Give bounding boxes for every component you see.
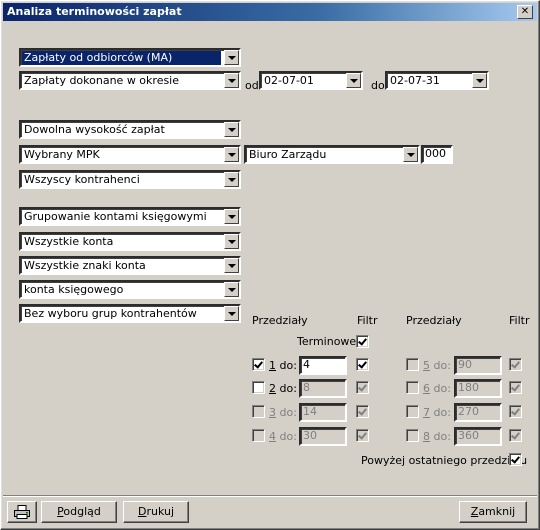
close-button[interactable]: Zamknij: [459, 501, 527, 523]
mpk-code-field[interactable]: 000: [421, 145, 453, 164]
contractors-value: Wszyscy kontrahenci: [24, 173, 140, 186]
interval-7-checkbox[interactable]: [406, 405, 419, 418]
interval-3-checkbox[interactable]: [252, 405, 265, 418]
above-last-label: Powyżej ostatniego przedziału: [361, 454, 528, 467]
interval-6-label: 6 do:: [423, 382, 451, 395]
dropdown-arrow-icon: [224, 234, 239, 249]
terminowe-filter-checkbox[interactable]: [356, 335, 369, 348]
print-setup-button[interactable]: [7, 501, 37, 523]
mpk-mode-value: Wybrany MPK: [24, 148, 100, 161]
interval-7-filter-checkbox[interactable]: [509, 405, 522, 418]
filter-header-left: Filtr: [357, 314, 378, 327]
account-type-select[interactable]: konta księgowego: [19, 280, 241, 299]
period-mode-select[interactable]: Zapłaty dokonane w okresie: [19, 71, 241, 90]
dropdown-arrow-icon: [224, 258, 239, 273]
interval-1-filter-checkbox[interactable]: [356, 358, 369, 371]
account-type-value: konta księgowego: [24, 283, 124, 296]
interval-7-label: 7 do:: [423, 406, 451, 419]
interval-8-field[interactable]: 360: [454, 427, 502, 446]
mpk-mode-select[interactable]: Wybrany MPK: [19, 145, 241, 164]
interval-5-checkbox[interactable]: [406, 358, 419, 371]
window-title: Analiza terminowości zapłat: [7, 5, 182, 18]
payment-type-select[interactable]: Zapłaty od odbiorców (MA): [19, 48, 241, 67]
title-bar: Analiza terminowości zapłat ✕: [3, 3, 537, 21]
date-from-label: od: [245, 79, 259, 92]
interval-2-filter-checkbox[interactable]: [356, 381, 369, 394]
interval-7-field[interactable]: 270: [454, 403, 502, 422]
interval-3-field[interactable]: 14: [299, 403, 347, 422]
interval-5-label: 5 do:: [423, 359, 451, 372]
period-mode-value: Zapłaty dokonane w okresie: [24, 74, 180, 87]
interval-3-label: 3 do:: [269, 406, 297, 419]
print-button[interactable]: Drukuj: [123, 501, 189, 523]
dropdown-arrow-icon: [224, 306, 239, 321]
interval-2-label: 2 do:: [269, 382, 297, 395]
account-signs-select[interactable]: Wszystkie znaki konta: [19, 256, 241, 275]
interval-2-field[interactable]: 8: [299, 379, 347, 398]
interval-1-label: 1 do:: [269, 359, 297, 372]
printer-icon: [14, 505, 30, 519]
intervals-header-left: Przedziały: [252, 314, 308, 327]
dropdown-arrow-icon: [224, 122, 239, 137]
amount-select[interactable]: Dowolna wysokość zapłat: [19, 120, 241, 139]
interval-8-checkbox[interactable]: [406, 429, 419, 442]
interval-2-checkbox[interactable]: [252, 381, 265, 394]
interval-4-filter-checkbox[interactable]: [356, 429, 369, 442]
date-to-label: do: [371, 79, 385, 92]
interval-3-filter-checkbox[interactable]: [356, 405, 369, 418]
dropdown-arrow-icon: [224, 147, 239, 162]
date-from-value: 02-07-01: [264, 74, 314, 87]
dropdown-arrow-icon: [472, 73, 487, 88]
dropdown-arrow-icon: [224, 73, 239, 88]
interval-6-filter-checkbox[interactable]: [509, 381, 522, 394]
contractor-groups-select[interactable]: Bez wyboru grup kontrahentów: [19, 304, 241, 323]
interval-5-field[interactable]: 90: [454, 356, 502, 375]
mpk-name-select[interactable]: Biuro Zarządu: [244, 145, 420, 164]
date-to-value: 02-07-31: [390, 74, 440, 87]
date-to-picker[interactable]: 02-07-31: [385, 71, 489, 90]
interval-6-checkbox[interactable]: [406, 381, 419, 394]
dropdown-arrow-icon: [224, 282, 239, 297]
dialog-window: Analiza terminowości zapłat ✕ Zapłaty od…: [0, 0, 540, 530]
accounts-value: Wszystkie konta: [24, 235, 114, 248]
dropdown-arrow-icon: [403, 147, 418, 162]
interval-1-checkbox[interactable]: [252, 358, 265, 371]
bottom-separator: [3, 495, 537, 497]
preview-button[interactable]: Podgląd: [41, 501, 117, 523]
above-last-checkbox[interactable]: [509, 453, 522, 466]
interval-6-field[interactable]: 180: [454, 379, 502, 398]
terminowe-label: Terminowe: [297, 335, 357, 348]
date-from-picker[interactable]: 02-07-01: [259, 71, 363, 90]
interval-5-filter-checkbox[interactable]: [509, 358, 522, 371]
dropdown-arrow-icon: [224, 209, 239, 224]
intervals-header-right: Przedziały: [406, 314, 462, 327]
amount-value: Dowolna wysokość zapłat: [24, 123, 165, 136]
mpk-name-value: Biuro Zarządu: [249, 148, 327, 161]
interval-4-label: 4 do:: [269, 430, 297, 443]
payment-type-value: Zapłaty od odbiorców (MA): [22, 51, 221, 65]
grouping-value: Grupowanie kontami księgowymi: [24, 210, 207, 223]
contractors-select[interactable]: Wszyscy kontrahenci: [19, 170, 241, 189]
dropdown-arrow-icon: [346, 73, 361, 88]
interval-4-checkbox[interactable]: [252, 429, 265, 442]
close-window-button[interactable]: ✕: [517, 5, 533, 19]
dropdown-arrow-icon: [224, 172, 239, 187]
grouping-select[interactable]: Grupowanie kontami księgowymi: [19, 207, 241, 226]
account-signs-value: Wszystkie znaki konta: [24, 259, 146, 272]
contractor-groups-value: Bez wyboru grup kontrahentów: [24, 307, 197, 320]
filter-header-right: Filtr: [509, 314, 530, 327]
interval-4-field[interactable]: 30: [299, 427, 347, 446]
dropdown-arrow-icon: [224, 50, 239, 65]
accounts-select[interactable]: Wszystkie konta: [19, 232, 241, 251]
interval-8-filter-checkbox[interactable]: [509, 429, 522, 442]
interval-1-field[interactable]: 4: [299, 356, 347, 375]
interval-8-label: 8 do:: [423, 430, 451, 443]
